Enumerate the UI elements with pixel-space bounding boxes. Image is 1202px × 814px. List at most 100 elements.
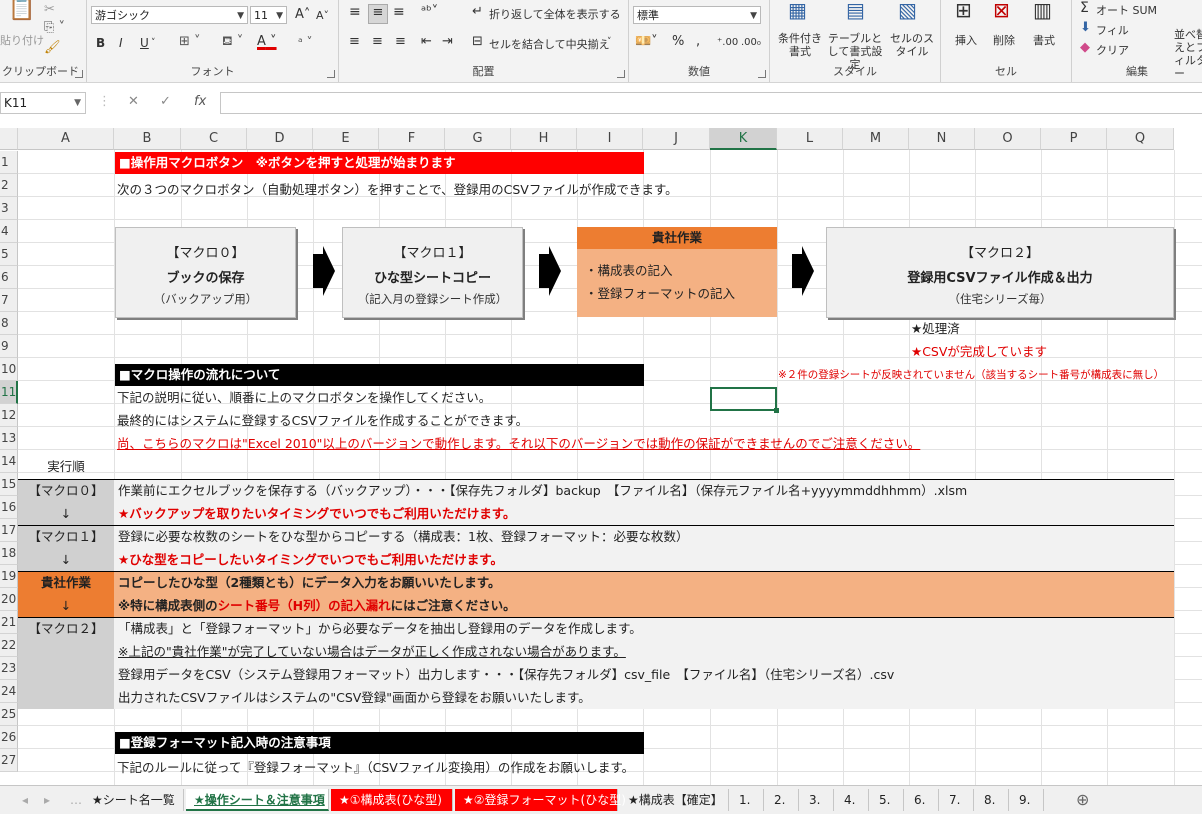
paste-button[interactable]: 貼り付け — [0, 32, 44, 48]
row-header[interactable]: 2 — [0, 174, 18, 197]
align-right-icon[interactable]: ≡ — [395, 34, 406, 50]
row-header[interactable]: 27 — [0, 749, 18, 772]
grow-font-icon[interactable]: A˄ — [295, 7, 310, 23]
row-header[interactable]: 9 — [0, 335, 18, 358]
sheet-tab[interactable]: ★②登録フォーマット(ひな型) — [455, 789, 626, 811]
fill-button[interactable]: フィル — [1096, 22, 1129, 38]
row-header[interactable]: 22 — [0, 634, 18, 657]
align-center-icon[interactable]: ≡ — [372, 34, 383, 50]
macro2-button[interactable]: 【マクロ２】 登録用CSVファイル作成＆出力 （住宅シリーズ毎） — [826, 227, 1174, 318]
row-header[interactable]: 18 — [0, 542, 18, 565]
column-header[interactable]: O — [975, 128, 1041, 150]
enter-icon[interactable]: ✓ — [160, 94, 171, 109]
row-header[interactable]: 20 — [0, 588, 18, 611]
scroll-left-icon[interactable]: ◂ — [14, 789, 36, 811]
column-header[interactable]: J — [643, 128, 710, 150]
macro1-button[interactable]: 【マクロ１】 ひな型シートコピー （記入月の登録シート作成） — [342, 227, 523, 318]
row-header[interactable]: 15 — [0, 473, 18, 496]
conditional-format-icon[interactable]: ▦ — [788, 0, 807, 20]
row-header[interactable]: 8 — [0, 312, 18, 335]
percent-button[interactable]: % — [672, 34, 684, 50]
row-header[interactable]: 13 — [0, 427, 18, 450]
column-header[interactable]: C — [181, 128, 247, 150]
row-header[interactable]: 4 — [0, 220, 18, 243]
column-header[interactable]: K — [710, 128, 777, 150]
sheet-tab[interactable]: 9. — [1011, 789, 1044, 811]
italic-button[interactable]: I — [119, 35, 123, 51]
font-color-icon[interactable]: A ˅ — [257, 34, 277, 50]
column-header[interactable]: F — [379, 128, 445, 150]
macro0-button[interactable]: 【マクロ０】 ブックの保存 （バックアップ用） — [115, 227, 296, 318]
row-header[interactable]: 23 — [0, 657, 18, 680]
font-name-select[interactable]: 游ゴシック ▼ — [91, 6, 248, 24]
column-header[interactable]: H — [511, 128, 577, 150]
delete-icon[interactable]: ⊠ — [993, 0, 1010, 20]
chevron-down-icon[interactable]: ˅ — [607, 34, 612, 50]
column-header[interactable]: P — [1041, 128, 1107, 150]
row-header[interactable]: 3 — [0, 197, 18, 220]
sheet-tab[interactable]: ★①構成表(ひな型) — [331, 789, 453, 811]
increase-decimal-icon[interactable]: ⁺.00 — [717, 35, 738, 51]
sheet-tab[interactable]: 8. — [976, 789, 1009, 811]
wrap-text-button[interactable]: 折り返して全体を表示する — [489, 6, 621, 22]
format-icon[interactable]: ▥ — [1033, 0, 1052, 20]
paste-icon[interactable]: 📋 — [8, 0, 35, 21]
column-header[interactable]: E — [313, 128, 379, 150]
currency-icon[interactable]: 💴˅ — [635, 34, 658, 50]
sheet-tab[interactable]: 2. — [766, 789, 799, 811]
insert-function-icon[interactable]: fx — [194, 94, 206, 109]
phonetic-icon[interactable]: ᵃ ˅ — [298, 34, 313, 50]
row-header[interactable]: 11 — [0, 381, 18, 404]
font-size-select[interactable]: 11 ▼ — [250, 6, 287, 24]
merge-center-button[interactable]: セルを結合して中央揃え — [489, 36, 610, 52]
increase-indent-icon[interactable]: ⇥ — [442, 34, 453, 50]
row-header[interactable]: 26 — [0, 726, 18, 749]
decrease-indent-icon[interactable]: ⇤ — [421, 34, 432, 50]
sheet-tab[interactable]: ★操作シート＆注意事項 — [186, 789, 329, 811]
format-as-table-icon[interactable]: ▤ — [846, 0, 865, 20]
autosum-icon[interactable]: Σ — [1080, 0, 1089, 16]
border-icon[interactable]: ⊞ ˅ — [179, 34, 201, 50]
column-header[interactable]: B — [114, 128, 181, 150]
font-launcher[interactable] — [327, 70, 335, 78]
row-header[interactable]: 5 — [0, 243, 18, 266]
row-header[interactable]: 17 — [0, 519, 18, 542]
name-box[interactable]: K11 ▼ — [0, 92, 86, 114]
underline-button[interactable]: U — [140, 35, 149, 51]
row-header[interactable]: 7 — [0, 289, 18, 312]
clipboard-launcher[interactable] — [75, 70, 83, 78]
decrease-decimal-icon[interactable]: .00₀ — [741, 35, 761, 51]
column-header[interactable]: Q — [1107, 128, 1174, 150]
align-bottom-icon[interactable]: ≡ — [393, 4, 405, 20]
format-button[interactable]: 書式 — [1033, 32, 1055, 48]
column-header[interactable]: M — [843, 128, 909, 150]
clear-icon[interactable]: ◆ — [1080, 40, 1090, 56]
clear-button[interactable]: クリア — [1096, 42, 1129, 58]
select-all-corner[interactable] — [0, 128, 18, 150]
cancel-icon[interactable]: ✕ — [128, 94, 139, 109]
format-painter-icon[interactable]: 🖌 — [44, 40, 61, 56]
sheet-tab[interactable]: 5. — [871, 789, 904, 811]
number-launcher[interactable] — [758, 70, 766, 78]
fill-handle[interactable] — [774, 408, 779, 413]
sheet-tab[interactable]: 6. — [906, 789, 939, 811]
sheet-tab[interactable]: 7. — [941, 789, 974, 811]
sheet-tab[interactable]: ★シート名一覧 — [84, 789, 184, 811]
row-header[interactable]: 16 — [0, 496, 18, 519]
comma-button[interactable]: , — [696, 34, 700, 50]
sheet-tab[interactable]: 1. — [731, 789, 764, 811]
column-header[interactable]: L — [777, 128, 843, 150]
sheet-tab[interactable]: ★構成表【確定】 — [620, 789, 729, 811]
cut-icon[interactable]: ✂ — [44, 2, 55, 18]
column-header[interactable]: D — [247, 128, 313, 150]
sheet-tab[interactable]: 3. — [801, 789, 834, 811]
fill-color-icon[interactable]: ⛾ ˅ — [222, 34, 243, 50]
bold-button[interactable]: B — [96, 35, 105, 51]
align-middle-icon[interactable]: ≡ — [368, 4, 388, 24]
column-header[interactable]: N — [909, 128, 975, 150]
align-left-icon[interactable]: ≡ — [349, 34, 360, 50]
row-header[interactable]: 19 — [0, 565, 18, 588]
column-header[interactable]: A — [18, 128, 114, 150]
sheet-tab[interactable]: 4. — [836, 789, 869, 811]
merge-center-icon[interactable]: ⊟ — [472, 34, 483, 50]
